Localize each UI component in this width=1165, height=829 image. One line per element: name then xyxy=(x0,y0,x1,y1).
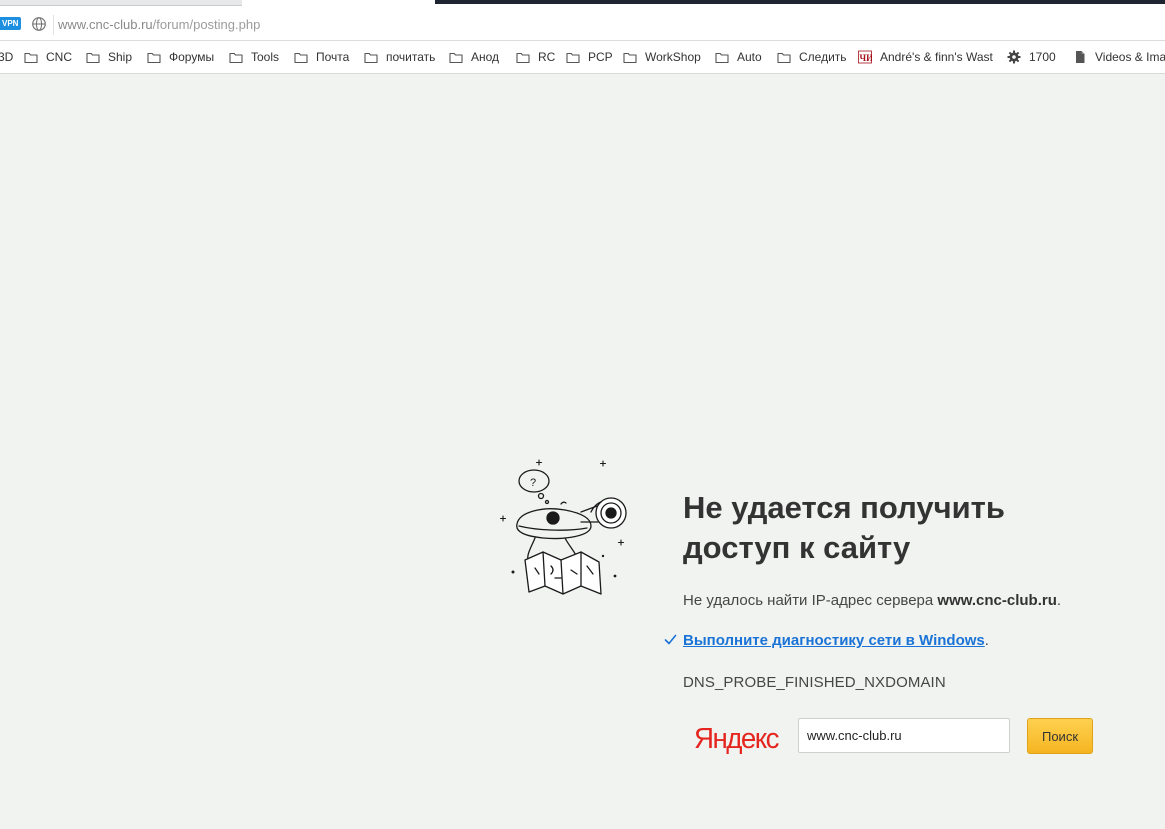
yandex-search-input[interactable] xyxy=(798,718,1010,753)
bookmark-label: 3D xyxy=(0,50,14,64)
bookmark-item[interactable]: Auto xyxy=(715,49,762,65)
error-message-suffix: . xyxy=(1056,592,1062,609)
yandex-logo[interactable]: Яндекс xyxy=(694,717,780,757)
bookmark-item[interactable]: Tools xyxy=(229,49,279,65)
bookmark-item[interactable]: CNC xyxy=(24,49,72,65)
folder-icon xyxy=(449,52,463,64)
bookmark-label: почитать xyxy=(386,50,436,64)
folder-icon xyxy=(147,52,161,64)
address-separator xyxy=(53,15,54,35)
folder-icon xyxy=(364,52,378,64)
error-message-host: www.cnc-club.ru xyxy=(937,592,1057,609)
url-input[interactable]: www.cnc-club.ru/forum/posting.php xyxy=(58,17,260,32)
folder-icon xyxy=(24,52,38,64)
svg-text:?: ? xyxy=(530,477,536,489)
folder-icon xyxy=(229,52,243,64)
svg-text:ЧИ: ЧИ xyxy=(860,53,873,63)
diagnostics-row: Выполните диагностику сети в Windows. xyxy=(683,632,989,649)
url-path: /forum/posting.php xyxy=(152,17,261,32)
folder-icon xyxy=(86,52,100,64)
folder-icon xyxy=(516,52,530,64)
address-bar: VPN www.cnc-club.ru/forum/posting.php xyxy=(0,10,1165,41)
bookmark-label: Tools xyxy=(251,50,280,64)
bookmark-item[interactable]: ЧИ André's & finn's Wast xyxy=(858,49,993,65)
yandex-search-button[interactable]: Поиск xyxy=(1027,718,1093,754)
check-icon xyxy=(664,634,677,645)
bookmark-label: WorkShop xyxy=(645,50,701,64)
url-host: www.cnc-club.ru xyxy=(58,17,153,32)
error-message-prefix: Не удалось найти IP-адрес сервера xyxy=(683,592,938,609)
error-title-line-1: Не удается получить xyxy=(683,490,1005,525)
folder-icon xyxy=(294,52,308,64)
globe-icon[interactable] xyxy=(31,16,47,32)
network-diagnostics-link[interactable]: Выполните диагностику сети в Windows xyxy=(683,632,985,649)
bookmark-item[interactable]: Videos & Ima xyxy=(1073,49,1165,65)
folder-icon xyxy=(715,52,729,64)
error-code: DNS_PROBE_FINISHED_NXDOMAIN xyxy=(683,674,946,691)
error-message: Не удалось найти IP-адрес сервера www.cn… xyxy=(683,592,1061,609)
bookmark-label: CNC xyxy=(46,50,72,64)
page-icon xyxy=(1076,51,1085,63)
bookmark-item[interactable]: 1700 xyxy=(1007,49,1056,65)
bookmark-item[interactable]: Ship xyxy=(86,49,132,65)
bookmark-label: Форумы xyxy=(169,50,215,64)
bookmark-label: André's & finn's Wast xyxy=(880,50,993,64)
folder-icon xyxy=(777,52,791,64)
bookmark-label: PCP xyxy=(588,50,613,64)
error-title: Не удается получить доступ к сайту xyxy=(683,488,1103,568)
bookmark-item[interactable]: PCP xyxy=(566,49,613,65)
window-background xyxy=(435,0,1165,4)
bookmark-item[interactable]: почитать xyxy=(364,49,435,65)
bookmark-item[interactable]: Форумы xyxy=(147,49,214,65)
bookmark-item[interactable]: WorkShop xyxy=(623,49,701,65)
bookmark-item[interactable]: Почта xyxy=(294,49,349,65)
bookmark-item[interactable]: 3D xyxy=(0,49,13,65)
bookmark-label: Анод xyxy=(471,50,500,64)
vpn-badge[interactable]: VPN xyxy=(0,17,22,30)
bookmark-label: Ship xyxy=(108,50,133,64)
browser-tab[interactable] xyxy=(0,0,242,6)
error-title-line-2: доступ к сайту xyxy=(683,530,911,565)
bookmark-item[interactable]: RC xyxy=(516,49,555,65)
diagnostics-suffix: . xyxy=(984,632,989,649)
gear-favicon-icon xyxy=(1007,50,1021,64)
bookmark-item[interactable]: Следить xyxy=(777,49,847,65)
folder-icon xyxy=(623,52,637,64)
bookmark-label: 1700 xyxy=(1029,50,1056,64)
site-favicon-icon: ЧИ xyxy=(858,50,872,64)
bookmark-label: Следить xyxy=(799,50,847,64)
bookmark-item[interactable]: Анод xyxy=(449,49,499,65)
folder-icon xyxy=(566,52,580,64)
bookmark-label: Auto xyxy=(737,50,762,64)
svg-text:Яндекс: Яндекс xyxy=(694,723,779,755)
bookmark-label: Почта xyxy=(316,50,350,64)
bookmarks-bar: 3D CNC Ship Форумы Tools Почта почитать Анод RC P… xyxy=(0,41,1165,74)
bookmark-label: RC xyxy=(538,50,556,64)
dinosaur-with-map-illustration: ? xyxy=(499,459,627,595)
bookmark-label: Videos & Ima xyxy=(1095,50,1165,64)
tab-strip xyxy=(0,0,1165,10)
